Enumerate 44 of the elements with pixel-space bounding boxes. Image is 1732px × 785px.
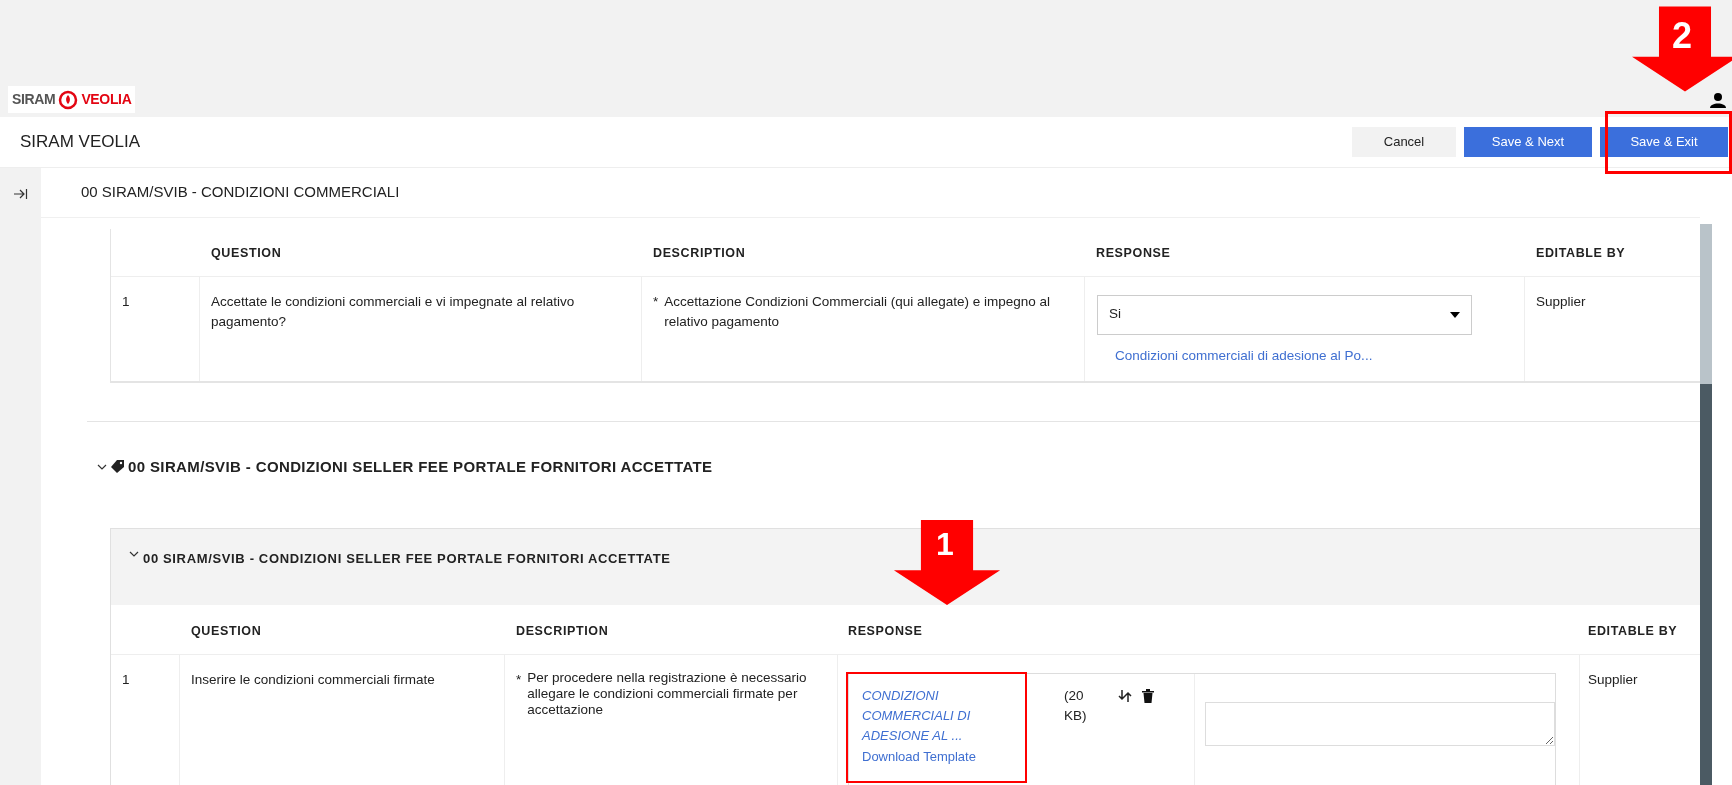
column-header: DESCRIPTION xyxy=(653,246,746,260)
column-header: QUESTION xyxy=(191,623,262,638)
editable-by-text: Supplier xyxy=(1536,293,1586,309)
row-number: 1 xyxy=(122,293,130,309)
description-text: Per procedere nella registrazione è necessario allegare le condizioni commerciali firmate per accettazione xyxy=(527,670,808,719)
description-text: Accettazione Condizioni Commerciali (qui allegate) e impegno al relativo pagamento xyxy=(664,292,1051,331)
user-icon[interactable] xyxy=(1710,91,1726,108)
scrollbar-thumb[interactable] xyxy=(1700,384,1712,785)
callout-number: 1 xyxy=(936,528,954,560)
action-button[interactable]: Save & Exit xyxy=(1600,127,1728,157)
file-size: (20 KB) xyxy=(1064,687,1088,725)
caret-icon xyxy=(1450,311,1460,318)
required-mark: * xyxy=(516,671,522,689)
column-header: DESCRIPTION xyxy=(516,623,609,638)
action-button[interactable]: Save & Next xyxy=(1464,127,1592,157)
column-header: EDITABLE BY xyxy=(1588,623,1678,638)
response-dropdown[interactable]: Si xyxy=(1097,294,1472,335)
column-header: RESPONSE xyxy=(848,623,923,638)
expand-sidebar-icon[interactable] xyxy=(13,188,28,200)
question-text: Accettate le condizioni commerciali e vi impegnate al relativo pagamento? xyxy=(211,293,575,329)
tag-icon xyxy=(111,460,124,474)
column-header: RESPONSE xyxy=(1096,246,1171,260)
row-number: 1 xyxy=(122,672,130,687)
chevron-down-icon[interactable] xyxy=(129,549,139,559)
comment-field[interactable] xyxy=(1205,702,1555,746)
logo: SIRAM VEOLIA xyxy=(8,86,136,113)
section-heading: 00 SIRAM/SVIB - CONDIZIONI SELLER FEE PORTALE FORNITORI ACCETTATE xyxy=(128,456,713,477)
column-header: QUESTION xyxy=(211,246,282,260)
required-mark: * xyxy=(653,292,659,311)
card-title: 00 SIRAM/SVIB - CONDIZIONI SELLER FEE PORTALE FORNITORI ACCETTATE xyxy=(143,550,671,568)
download-template-link[interactable]: Download Template xyxy=(862,747,984,767)
action-button[interactable]: Cancel xyxy=(1352,127,1456,157)
editable-by-text: Supplier xyxy=(1588,672,1638,687)
question-text: Inserire le condizioni commerciali firmate xyxy=(191,672,435,687)
column-header: EDITABLE BY xyxy=(1536,246,1626,260)
page-title: SIRAM VEOLIA xyxy=(20,131,140,154)
callout-number: 2 xyxy=(1672,18,1693,54)
file-link[interactable]: CONDIZIONI COMMERCIALI DI ADESIONE AL ... xyxy=(862,686,984,746)
scrollbar[interactable] xyxy=(1700,224,1712,384)
trash-icon[interactable] xyxy=(1142,689,1155,703)
replace-icon[interactable] xyxy=(1118,689,1133,703)
section-title: 00 SIRAM/SVIB - CONDIZIONI COMMERCIALI xyxy=(81,182,400,202)
attachment-link[interactable]: Condizioni commerciali di adesione al Po... xyxy=(1115,345,1524,366)
logo-icon xyxy=(58,89,79,110)
